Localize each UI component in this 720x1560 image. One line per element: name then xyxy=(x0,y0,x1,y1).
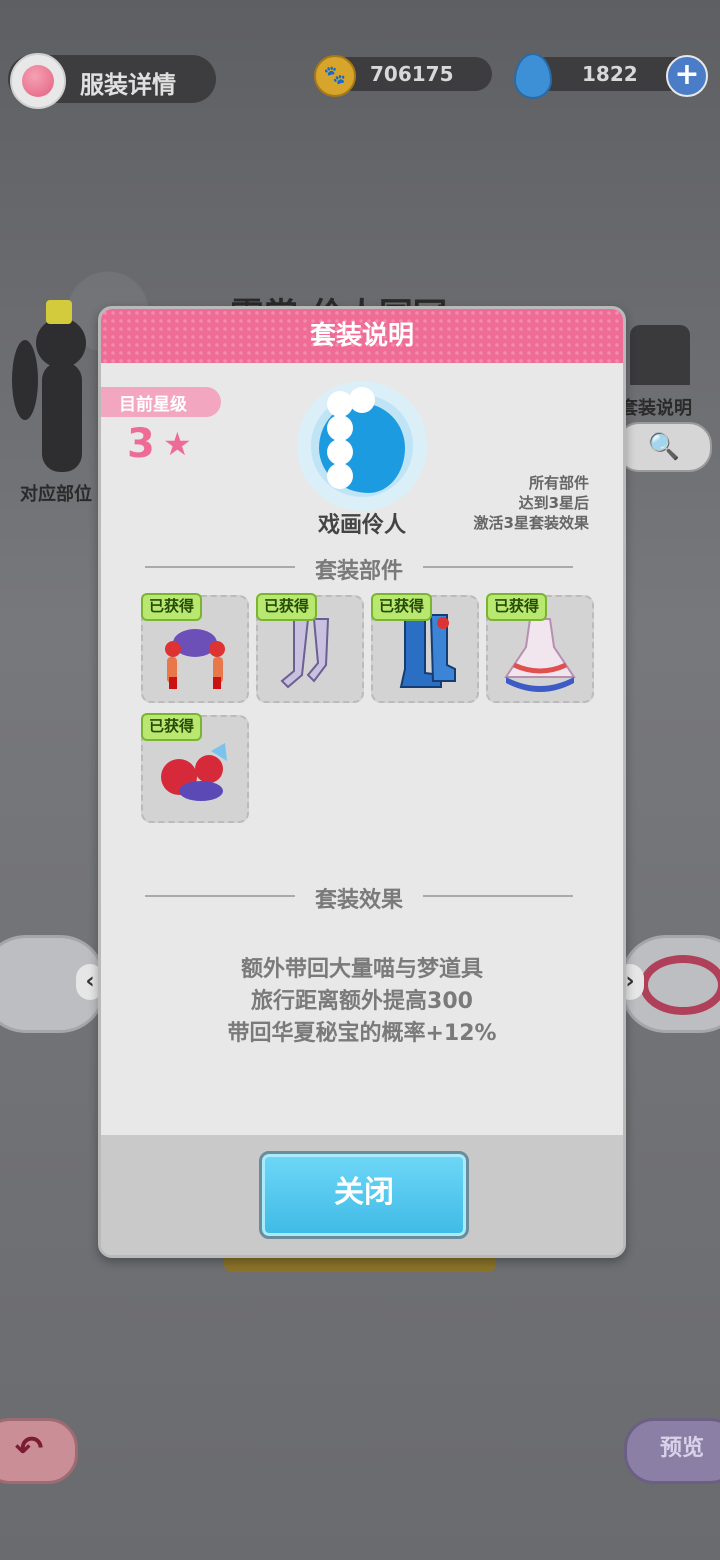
stockings-icon xyxy=(280,618,330,689)
acquired-badge: 已获得 xyxy=(141,713,203,741)
set-note: 所有部件 达到3星后 激活3星套装效果 xyxy=(474,473,589,533)
set-info-label[interactable]: 套装说明 xyxy=(620,394,692,420)
coin-counter: 🐾 706175 xyxy=(314,55,492,97)
set-part-item[interactable]: 已获得 xyxy=(371,593,479,703)
coin-value: 706175 xyxy=(370,62,454,86)
set-info-dialog: 套装说明 目前星级 3 ★ 戏画伶人 所有部件 达到3星后 激活3星套装效果 套… xyxy=(98,306,626,1258)
acquired-badge: 已获得 xyxy=(371,593,433,621)
headdress-icon xyxy=(165,629,225,689)
gem-value: 1822 xyxy=(582,62,638,86)
parts-title-text: 套装部件 xyxy=(314,559,403,584)
back-button[interactable]: ↶ xyxy=(0,1418,78,1484)
close-button[interactable]: 关闭 xyxy=(259,1151,469,1239)
dialog-title: 套装说明 xyxy=(101,309,623,363)
star-level-value: 3 xyxy=(127,421,155,467)
set-note-line: 所有部件 xyxy=(528,474,589,492)
wing-shape xyxy=(12,340,38,420)
paw-coin-icon: 🐾 xyxy=(314,55,356,97)
set-part-item[interactable]: 已获得 xyxy=(486,593,594,703)
preview-button[interactable]: 预览 xyxy=(624,1418,720,1484)
acquired-badge: 已获得 xyxy=(486,593,548,621)
character-silhouette[interactable] xyxy=(12,300,100,472)
add-gems-button[interactable]: + xyxy=(666,55,708,97)
set-note-line: 达到3星后 xyxy=(518,494,589,512)
star-level-label: 目前星级 xyxy=(119,395,187,415)
hat-icon xyxy=(46,300,72,324)
acquired-badge: 已获得 xyxy=(256,593,318,621)
set-part-item[interactable]: 已获得 xyxy=(141,713,249,823)
boots-icon xyxy=(399,614,456,688)
set-info-icon[interactable] xyxy=(630,325,690,385)
acquired-badge: 已获得 xyxy=(141,593,203,621)
effect-line: 额外带回大量喵与梦道具 xyxy=(240,957,483,982)
set-note-line: 激活3星套装效果 xyxy=(473,514,589,532)
slot-label: 对应部位 xyxy=(20,484,92,505)
effects-section-title: 套装效果 xyxy=(145,882,573,914)
star-level-tag: 目前星级 xyxy=(101,387,221,417)
star-icon: ★ xyxy=(163,425,192,463)
set-part-item[interactable]: 已获得 xyxy=(256,593,364,703)
dress-icon xyxy=(504,618,576,692)
effect-line: 旅行距离额外提高300 xyxy=(251,989,473,1014)
gem-counter: 1822 + xyxy=(514,53,708,99)
page-title-bar: 服装详情 xyxy=(8,53,216,109)
rings-icon xyxy=(640,955,720,1015)
set-part-item[interactable]: 已获得 xyxy=(141,593,249,703)
body-shape xyxy=(42,362,82,472)
magnifier-icon: 🔍 xyxy=(647,432,681,462)
accessory-icon xyxy=(161,743,227,801)
avatar[interactable] xyxy=(10,53,66,109)
head-shape xyxy=(36,318,86,368)
beads-shape xyxy=(327,391,353,417)
set-emblem xyxy=(287,375,437,515)
gem-icon xyxy=(514,53,552,99)
effect-line: 带回华夏秘宝的概率+12% xyxy=(227,1021,497,1046)
effects-title-text: 套装效果 xyxy=(314,888,403,913)
page-title: 服装详情 xyxy=(80,71,176,99)
parts-section-title: 套装部件 xyxy=(145,553,573,585)
search-button[interactable]: 🔍 xyxy=(616,422,712,472)
